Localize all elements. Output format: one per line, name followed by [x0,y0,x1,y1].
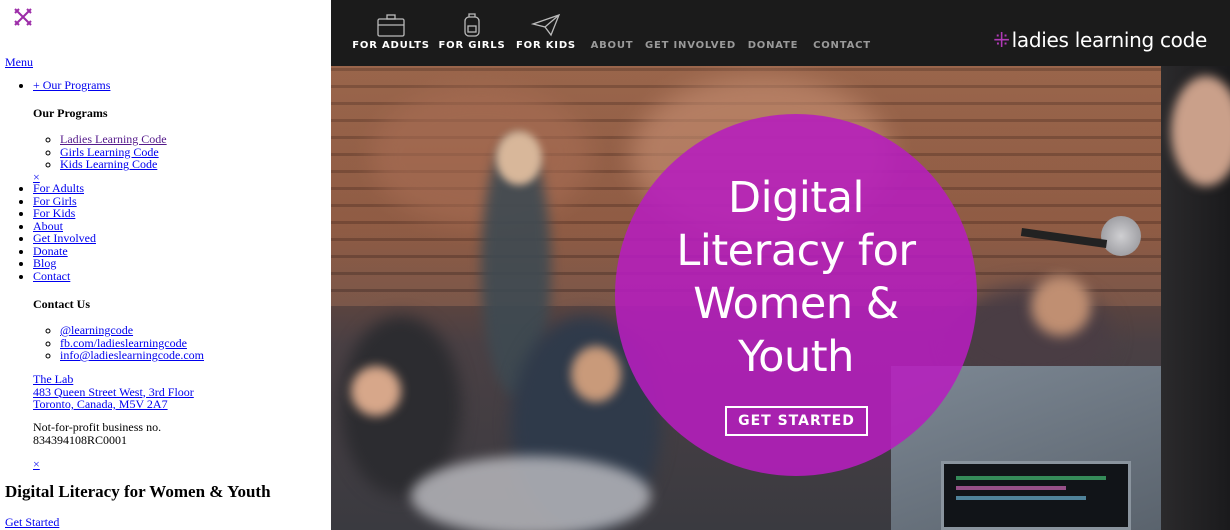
program-link-kids[interactable]: Kids Learning Code [60,157,157,171]
main-nav-list: For Adults For Girls For Kids About Get … [0,182,331,282]
list-item: Contact [33,269,331,283]
hero-circle: Digital Literacy for Women & Youth GET S… [615,114,977,476]
menu-link[interactable]: Menu [5,55,33,69]
nav-get-involved[interactable]: GET INVOLVED [645,0,735,66]
email-link[interactable]: info@ladieslearningcode.com [60,348,204,362]
nav-about[interactable]: ABOUT [587,0,637,66]
get-started-link[interactable]: Get Started [5,515,59,530]
nav-label: FOR ADULTS [352,40,430,51]
headline-line: Youth [738,332,854,382]
list-item: Donate [33,244,331,258]
paper-plane-icon [531,13,561,37]
business-number-value: 834394108RC0001 [33,432,128,447]
lab-address: The Lab 483 Queen Street West, 3rd Floor… [33,373,194,411]
close-menu-link[interactable]: × [33,457,40,472]
list-item: For Kids [33,207,331,220]
get-started-button[interactable]: GET STARTED [725,406,868,436]
list-item: For Adults [33,182,331,195]
nav-label: FOR KIDS [516,40,576,51]
nav-label: CONTACT [813,40,871,51]
nav-link-contact[interactable]: Contact [33,269,70,283]
unstyled-page-column: Menu + Our Programs Our Programs Ladies … [0,0,331,530]
ladies-learning-code-logo-icon[interactable] [12,6,34,28]
brand-mark-icon: ⁜ [993,28,1010,52]
contact-us-heading: Contact Us [33,297,90,311]
headline-line: Women & [693,279,899,329]
programs-toggle-list: + Our Programs [0,79,331,92]
nav-label: ABOUT [590,40,634,51]
list-item: Get Involved [33,232,331,245]
programs-list: Ladies Learning Code Girls Learning Code… [0,133,331,171]
hero-headline: Digital Literacy for Women & Youth [615,172,977,384]
nav-label: DONATE [747,40,799,51]
microphone-icon [1101,216,1141,256]
backpack-icon [464,13,480,37]
nav-contact[interactable]: CONTACT [811,0,873,66]
nav-donate[interactable]: DONATE [745,0,801,66]
headline-line: Digital [728,173,864,223]
site-header: FOR ADULTS FOR GIRLS FOR KIDS ABOUT GET … [331,0,1230,66]
headline-line: Literacy for [676,226,916,276]
list-item: info@ladieslearningcode.com [60,349,331,362]
nav-label: GET INVOLVED [645,40,736,51]
brand-logo[interactable]: ⁜ ladies learning code [993,28,1207,52]
nav-label: FOR GIRLS [438,40,506,51]
list-item: + Our Programs [33,79,331,92]
contact-list: @learningcode fb.com/ladieslearningcode … [0,324,331,362]
nav-for-kids[interactable]: FOR KIDS [515,0,577,66]
list-item: For Girls [33,194,331,208]
list-item: Kids Learning Code [60,158,331,171]
nav-for-adults[interactable]: FOR ADULTS [351,0,431,66]
briefcase-icon [377,14,405,37]
our-programs-toggle-link[interactable]: + Our Programs [33,78,110,92]
lab-city-link[interactable]: Toronto, Canada, M5V 2A7 [33,397,168,411]
hero-section: FOR ADULTS FOR GIRLS FOR KIDS ABOUT GET … [331,0,1230,530]
page-heading: Digital Literacy for Women & Youth [5,482,271,501]
brand-name: ladies learning code [1011,28,1208,52]
list-item: Blog [33,257,331,270]
nav-for-girls[interactable]: FOR GIRLS [437,0,507,66]
business-number: Not-for-profit business no. 834394108RC0… [33,421,161,446]
our-programs-heading: Our Programs [33,106,108,120]
